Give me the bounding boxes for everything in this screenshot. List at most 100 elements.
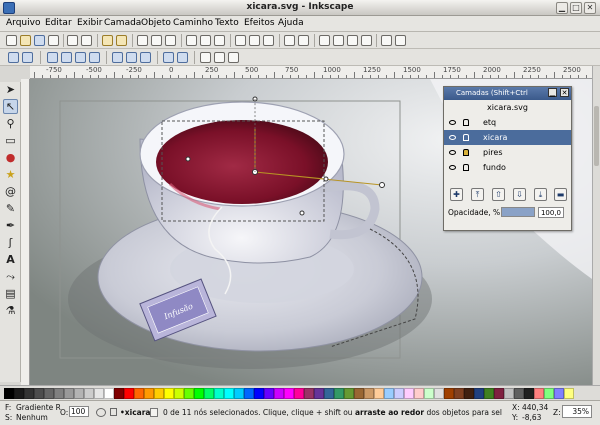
lock-icon[interactable]	[463, 134, 469, 141]
layers-dialog-titlebar[interactable]: Camadas (Shift+Ctrl ▁ ✕	[444, 87, 571, 100]
raise-layer-icon[interactable]: ⇧	[492, 188, 505, 201]
palette-swatch[interactable]	[484, 388, 494, 399]
palette-swatch[interactable]	[524, 388, 534, 399]
star-tool-icon[interactable]: ★	[3, 167, 18, 182]
close-dialog-icon[interactable]: ✕	[560, 88, 569, 97]
layer-row-fundo[interactable]: fundo	[444, 160, 571, 175]
palette-swatch[interactable]	[114, 388, 124, 399]
palette-swatch[interactable]	[354, 388, 364, 399]
stroke-to-path-icon[interactable]	[214, 52, 225, 63]
layer-visibility-icon[interactable]	[96, 408, 106, 417]
cut-icon[interactable]	[151, 35, 162, 46]
current-layer-selector[interactable]: •xicara	[120, 408, 150, 417]
calligraphy-tool-icon[interactable]: ʃ	[3, 235, 18, 250]
segment-curve-icon[interactable]	[177, 52, 188, 63]
opacity-status-input[interactable]: 100	[69, 406, 89, 417]
palette-swatch[interactable]	[84, 388, 94, 399]
opacity-slider[interactable]	[501, 207, 535, 217]
visibility-eye-icon[interactable]	[449, 120, 456, 125]
layer-row-pires[interactable]: pires	[444, 145, 571, 160]
palette-swatch[interactable]	[434, 388, 444, 399]
delete-node-icon[interactable]	[22, 52, 33, 63]
lock-icon[interactable]	[463, 149, 469, 156]
duplicate-icon[interactable]	[235, 35, 246, 46]
insert-node-icon[interactable]	[8, 52, 19, 63]
rectangle-tool-icon[interactable]: ▭	[3, 133, 18, 148]
palette-swatch[interactable]	[544, 388, 554, 399]
gradient-tool-icon[interactable]: ▤	[3, 286, 18, 301]
palette-swatch[interactable]	[164, 388, 174, 399]
redo-icon[interactable]	[116, 35, 127, 46]
zoom-tool-icon[interactable]: ⚲	[3, 116, 18, 131]
palette-swatch[interactable]	[344, 388, 354, 399]
cusp-node-icon[interactable]	[112, 52, 123, 63]
menu-texto[interactable]: Texto	[215, 18, 239, 28]
raise-layer-top-icon[interactable]: ⤒	[471, 188, 484, 201]
minimize-dialog-icon[interactable]: ▁	[548, 88, 557, 97]
smooth-node-icon[interactable]	[126, 52, 137, 63]
palette-swatch[interactable]	[24, 388, 34, 399]
palette-swatch[interactable]	[464, 388, 474, 399]
palette-swatch[interactable]	[274, 388, 284, 399]
palette-swatch[interactable]	[34, 388, 44, 399]
dropper-tool-icon[interactable]: ⚗	[3, 303, 18, 318]
show-handles-icon[interactable]	[228, 52, 239, 63]
palette-swatch[interactable]	[174, 388, 184, 399]
palette-swatch[interactable]	[384, 388, 394, 399]
close-icon[interactable]: ✕	[584, 2, 596, 14]
delete-layer-icon[interactable]: ▬	[554, 188, 567, 201]
palette-swatch[interactable]	[224, 388, 234, 399]
zoom-selection-icon[interactable]	[186, 35, 197, 46]
menu-editar[interactable]: Editar	[45, 18, 72, 28]
segment-line-icon[interactable]	[163, 52, 174, 63]
lock-icon[interactable]	[463, 119, 469, 126]
palette-swatch[interactable]	[294, 388, 304, 399]
delete-segment-icon[interactable]	[89, 52, 100, 63]
new-document-icon[interactable]	[6, 35, 17, 46]
palette-swatch[interactable]	[144, 388, 154, 399]
palette-swatch[interactable]	[324, 388, 334, 399]
text-font-icon[interactable]	[333, 35, 344, 46]
lock-icon[interactable]	[463, 164, 469, 171]
menu-ajuda[interactable]: Ajuda	[278, 18, 304, 28]
palette-swatch[interactable]	[564, 388, 574, 399]
palette-swatch[interactable]	[474, 388, 484, 399]
menu-arquivo[interactable]: Arquivo	[6, 18, 40, 28]
preferences-icon[interactable]	[381, 35, 392, 46]
object-to-path-icon[interactable]	[200, 52, 211, 63]
palette-swatch[interactable]	[414, 388, 424, 399]
visibility-eye-icon[interactable]	[449, 150, 456, 155]
paste-icon[interactable]	[165, 35, 176, 46]
xml-editor-icon[interactable]	[347, 35, 358, 46]
palette-swatch[interactable]	[64, 388, 74, 399]
pen-tool-icon[interactable]: ✒	[3, 218, 18, 233]
join-nodes-icon[interactable]	[47, 52, 58, 63]
break-path-icon[interactable]	[61, 52, 72, 63]
save-icon[interactable]	[34, 35, 45, 46]
ellipse-tool-icon[interactable]: ●	[3, 150, 18, 165]
layer-dropdown-icon[interactable]	[150, 408, 158, 417]
palette-swatch[interactable]	[334, 388, 344, 399]
palette-swatch[interactable]	[444, 388, 454, 399]
group-icon[interactable]	[284, 35, 295, 46]
spiral-tool-icon[interactable]: @	[3, 184, 18, 199]
visibility-eye-icon[interactable]	[449, 135, 456, 140]
visibility-eye-icon[interactable]	[449, 165, 456, 170]
zoom-page-icon[interactable]	[214, 35, 225, 46]
palette-swatch[interactable]	[14, 388, 24, 399]
unlink-clone-icon[interactable]	[263, 35, 274, 46]
layer-row-etq[interactable]: etq	[444, 115, 571, 130]
export-icon[interactable]	[81, 35, 92, 46]
palette-swatch[interactable]	[44, 388, 54, 399]
text-tool-icon[interactable]: A	[3, 252, 18, 267]
palette-swatch[interactable]	[104, 388, 114, 399]
layer-lock-icon[interactable]	[110, 408, 117, 416]
layer-row-xicara[interactable]: xicara	[444, 130, 571, 145]
symmetric-node-icon[interactable]	[140, 52, 151, 63]
maximize-icon[interactable]: □	[570, 2, 582, 14]
align-icon[interactable]	[361, 35, 372, 46]
palette-swatch[interactable]	[374, 388, 384, 399]
menu-camada[interactable]: Camada	[104, 18, 141, 28]
fill-value[interactable]: Gradiente R	[16, 403, 61, 412]
palette-swatch[interactable]	[264, 388, 274, 399]
